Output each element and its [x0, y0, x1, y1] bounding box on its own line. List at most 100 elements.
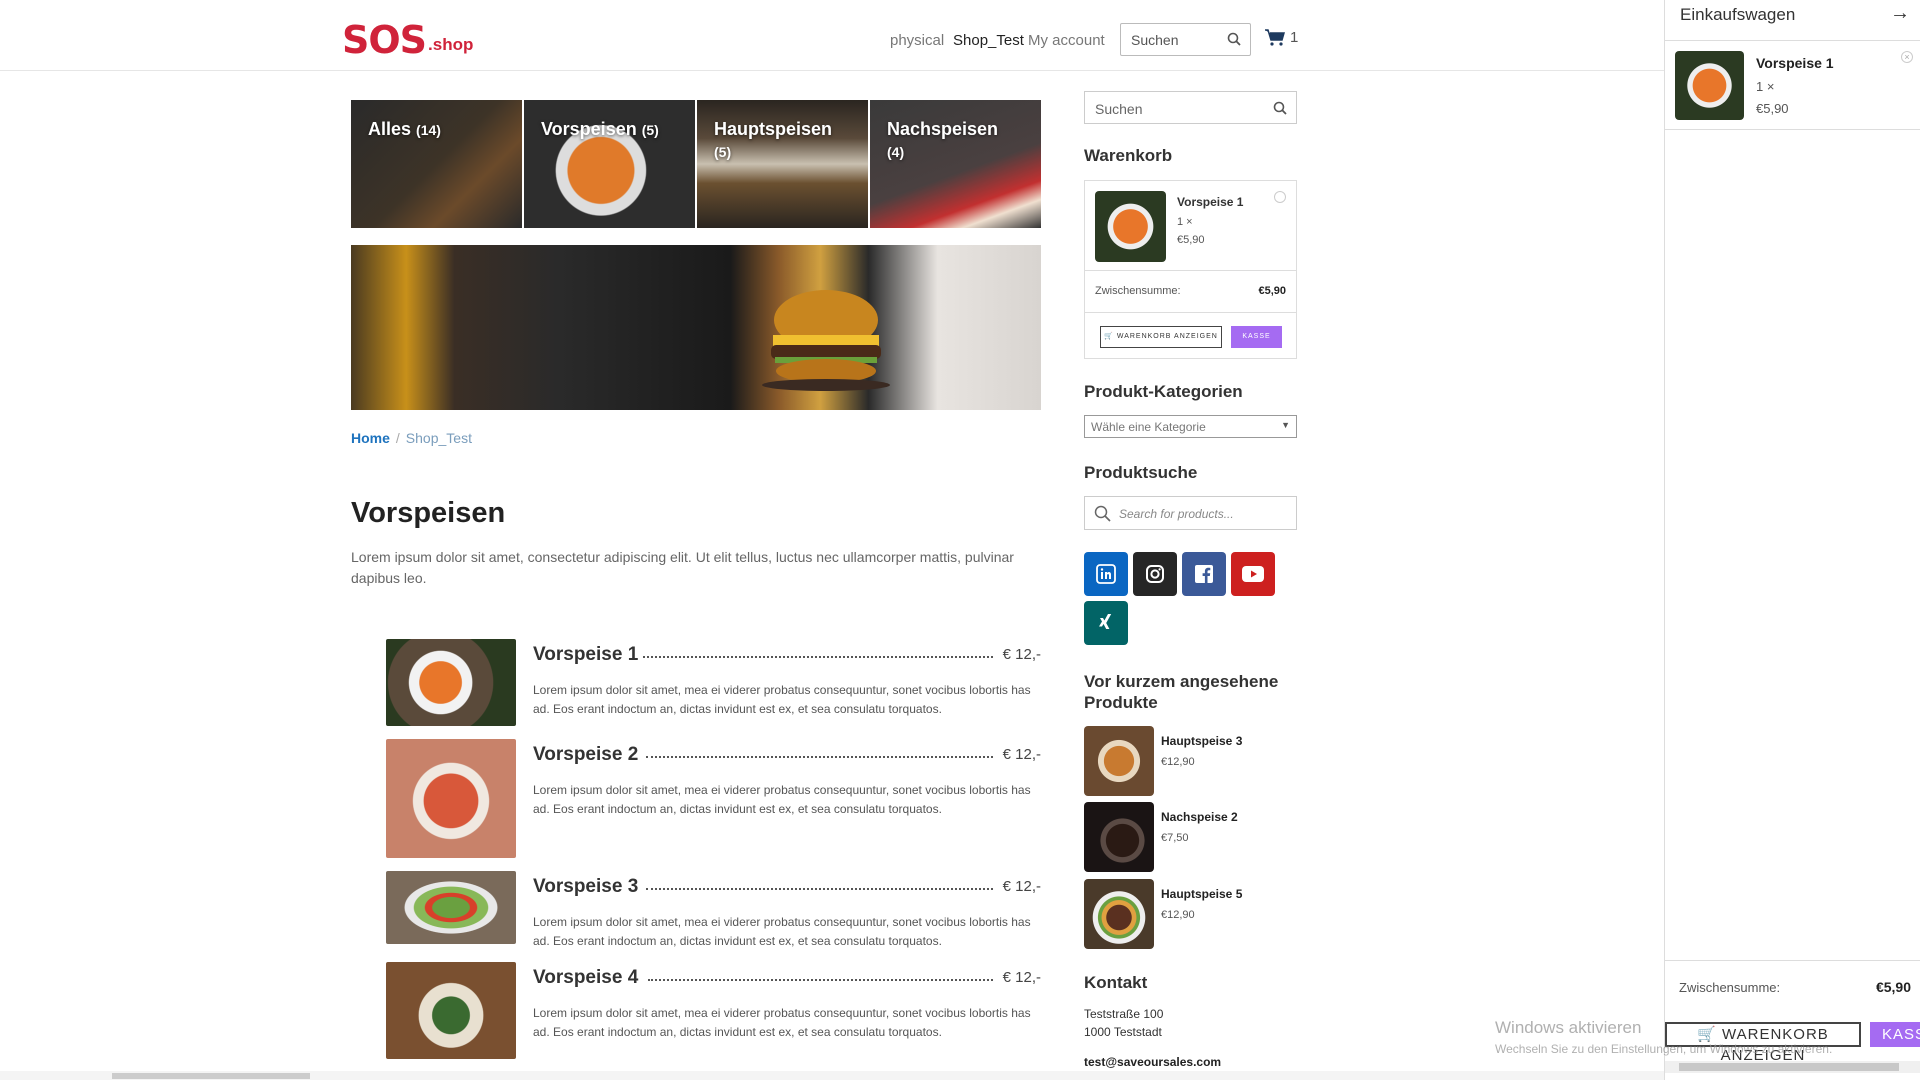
menu-item-description: Lorem ipsum dolor sit amet, mea ei vider… [533, 783, 1031, 816]
menu-item[interactable]: Vorspeise 4 € 12,- Lorem ipsum dolor sit… [386, 962, 1041, 1059]
recent-product-name[interactable]: Nachspeise 2 [1161, 810, 1238, 824]
menu-item[interactable]: Vorspeise 1 € 12,- Lorem ipsum dolor sit… [386, 639, 1041, 727]
menu-item-price: € 12,- [1002, 646, 1041, 663]
cart-item-name[interactable]: Vorspeise 1 [1177, 195, 1243, 209]
menu-item-title[interactable]: Vorspeise 1 [533, 644, 638, 666]
recent-product[interactable]: Hauptspeise 5 €12,90 [1084, 879, 1284, 949]
linkedin-icon[interactable] [1084, 552, 1128, 596]
category-select-value: Wähle eine Kategorie [1091, 420, 1206, 434]
xing-icon[interactable] [1084, 601, 1128, 645]
drawer-subtotal: Zwischensumme: €5,90 [1665, 960, 1920, 1013]
remove-item-icon[interactable]: × [1901, 51, 1913, 63]
recent-product-name[interactable]: Hauptspeise 5 [1161, 887, 1242, 901]
recent-product-image[interactable] [1084, 726, 1154, 796]
menu-item[interactable]: Vorspeise 2 € 12,- Lorem ipsum dolor sit… [386, 739, 1041, 858]
menu-item-image[interactable] [386, 962, 516, 1059]
instagram-icon[interactable] [1133, 552, 1177, 596]
view-cart-label: WARENKORB ANZEIGEN [1116, 333, 1218, 340]
leader-dots [648, 979, 993, 981]
breadcrumb-current: Shop_Test [405, 430, 472, 446]
category-label: Nachspeisen (4) [887, 119, 999, 160]
nav-shop-test[interactable]: Shop_Test [953, 32, 1024, 49]
logo-sub: .shop [428, 35, 474, 54]
header-search-placeholder: Suchen [1131, 32, 1179, 48]
recent-product[interactable]: Nachspeise 2 €7,50 [1084, 802, 1284, 872]
recent-product-price: €7,50 [1161, 832, 1189, 844]
page-title: Vorspeisen [351, 497, 506, 529]
category-select[interactable]: Wähle eine Kategorie ▼ [1084, 415, 1297, 438]
menu-item-image[interactable] [386, 639, 516, 726]
contact-street: Teststraße 100 [1084, 1007, 1164, 1021]
watermark-title: Windows aktivieren [1495, 1018, 1642, 1037]
checkout-button[interactable]: KASSE [1231, 326, 1282, 348]
cart-item-price: €5,90 [1177, 234, 1205, 246]
cart-widget-heading: Warenkorb [1084, 146, 1173, 165]
nav-physical[interactable]: physical [890, 32, 944, 49]
category-label: Vorspeisen (5) [541, 119, 659, 139]
recent-product-price: €12,90 [1161, 756, 1195, 768]
facebook-icon[interactable] [1182, 552, 1226, 596]
recently-viewed-heading: Vor kurzem angesehene Produkte [1084, 672, 1279, 712]
drawer-scrollbar[interactable] [1665, 1061, 1920, 1073]
subtotal-label: Zwischensumme: [1095, 285, 1181, 297]
menu-item[interactable]: Vorspeise 3 € 12,- Lorem ipsum dolor sit… [386, 871, 1041, 948]
contact-city: 1000 Teststadt [1084, 1025, 1162, 1039]
drawer-subtotal-value: €5,90 [1875, 979, 1911, 995]
search-icon[interactable] [1227, 32, 1241, 46]
logo[interactable]: SOS .shop [342, 20, 473, 60]
category-tile-alles[interactable]: Alles (14) [351, 100, 522, 228]
search-icon[interactable] [1273, 101, 1287, 115]
category-label: Alles (14) [368, 119, 441, 139]
recent-product-image[interactable] [1084, 879, 1154, 949]
drawer-subtotal-label: Zwischensumme: [1679, 980, 1781, 995]
header-search-input[interactable]: Suchen [1120, 23, 1251, 56]
drawer-title: Einkaufswagen [1680, 5, 1796, 24]
menu-item-title[interactable]: Vorspeise 4 [533, 967, 638, 989]
category-tile-nachspeisen[interactable]: Nachspeisen (4) [870, 100, 1041, 228]
sidebar-search-input[interactable]: Suchen [1084, 91, 1297, 124]
drawer-checkout-button[interactable]: KASSE [1870, 1022, 1920, 1047]
cart-drawer: Einkaufswagen → Vorspeise 1 1 × €5,90 × … [1664, 0, 1920, 1080]
drawer-item-name[interactable]: Vorspeise 1 [1756, 55, 1834, 71]
breadcrumb-separator: / [395, 430, 400, 446]
recent-product-image[interactable] [1084, 802, 1154, 872]
nav-my-account[interactable]: My account [1028, 32, 1105, 49]
cart-item-image[interactable] [1095, 191, 1166, 262]
category-tile-vorspeisen[interactable]: Vorspeisen (5) [524, 100, 695, 228]
categories-heading: Produkt-Kategorien [1084, 382, 1243, 401]
cart-item-qty: 1 × [1177, 216, 1193, 228]
menu-item-title[interactable]: Vorspeise 3 [533, 876, 638, 898]
category-tile-hauptspeisen[interactable]: Hauptspeisen (5) [697, 100, 868, 228]
remove-item-icon[interactable] [1274, 191, 1286, 203]
menu-item-description: Lorem ipsum dolor sit amet, mea ei vider… [533, 683, 1031, 716]
menu-item-description: Lorem ipsum dolor sit amet, mea ei vider… [533, 915, 1031, 948]
search-icon [1094, 505, 1111, 522]
drawer-item-image[interactable] [1675, 51, 1744, 120]
menu-item-image[interactable] [386, 871, 516, 944]
scrollbar-thumb[interactable] [112, 1073, 310, 1079]
contact-address: Teststraße 100 1000 Teststadt [1084, 1005, 1163, 1041]
menu-item-image[interactable] [386, 739, 516, 858]
youtube-icon[interactable] [1231, 552, 1275, 596]
scrollbar-thumb[interactable] [1679, 1063, 1899, 1071]
chevron-down-icon: ▼ [1281, 420, 1290, 430]
view-cart-button[interactable]: 🛒 WARENKORB ANZEIGEN [1100, 326, 1222, 348]
product-search-input[interactable]: Search for products... [1084, 496, 1297, 530]
contact-email[interactable]: test@saveoursales.com [1084, 1055, 1221, 1069]
mini-cart: Vorspeise 1 1 × €5,90 Zwischensumme: €5,… [1084, 180, 1297, 359]
menu-item-description: Lorem ipsum dolor sit amet, mea ei vider… [533, 1006, 1031, 1039]
breadcrumb-home[interactable]: Home [351, 430, 390, 446]
page: SOS .shop physical Shop_Test My account … [0, 0, 1920, 1080]
cart-icon [1265, 29, 1285, 46]
product-search-heading: Produktsuche [1084, 463, 1198, 482]
recent-product-name[interactable]: Hauptspeise 3 [1161, 734, 1242, 748]
drawer-item-price: €5,90 [1756, 101, 1789, 116]
recent-product[interactable]: Hauptspeise 3 €12,90 [1084, 726, 1284, 796]
cart-subtotal: Zwischensumme: €5,90 [1085, 270, 1296, 313]
leader-dots [646, 756, 993, 758]
header-cart[interactable]: 1 [1264, 28, 1298, 46]
subtotal-value: €5,90 [1258, 285, 1286, 297]
menu-item-title[interactable]: Vorspeise 2 [533, 744, 638, 766]
horizontal-scrollbar[interactable] [0, 1071, 1664, 1080]
close-drawer-arrow-icon[interactable]: → [1890, 2, 1910, 25]
